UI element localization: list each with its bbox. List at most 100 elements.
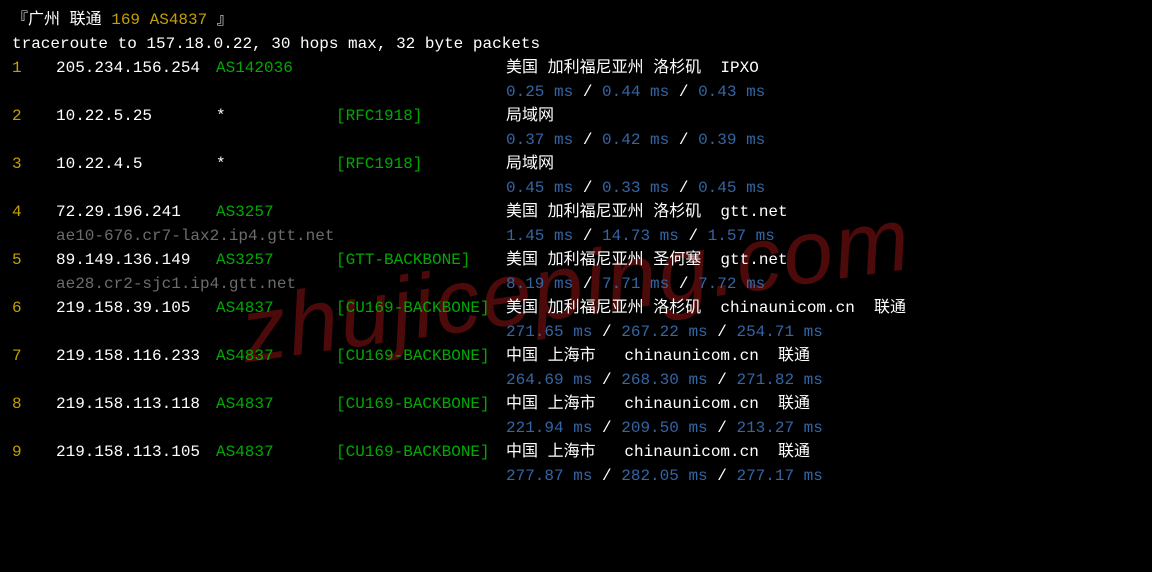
hop-row: 8219.158.113.118AS4837[CU169-BACKBONE]中国…	[12, 392, 1140, 416]
hop-asn: AS3257	[216, 248, 336, 272]
latency-3: 0.45 ms	[698, 179, 765, 197]
hop-asn: AS4837	[216, 392, 336, 416]
hop-number: 7	[12, 344, 56, 368]
hop-bracket: [CU169-BACKBONE]	[336, 392, 506, 416]
latency-2: 7.71 ms	[602, 275, 669, 293]
latency-3: 0.39 ms	[698, 131, 765, 149]
hop-number: 2	[12, 104, 56, 128]
hop-bracket: [GTT-BACKBONE]	[336, 248, 506, 272]
latency-separator: /	[669, 131, 698, 149]
latency-separator: /	[679, 227, 708, 245]
latency-separator: /	[592, 419, 621, 437]
hop-asn: AS3257	[216, 200, 336, 224]
hop-latency: 0.37 ms / 0.42 ms / 0.39 ms	[12, 128, 1140, 152]
latency-1: 221.94 ms	[506, 419, 592, 437]
hop-ip: 72.29.196.241	[56, 200, 216, 224]
latency-separator: /	[592, 467, 621, 485]
latency-2: 268.30 ms	[621, 371, 707, 389]
hop-ip: 10.22.4.5	[56, 152, 216, 176]
latency-2: 0.33 ms	[602, 179, 669, 197]
hop-asn: AS4837	[216, 344, 336, 368]
hop-latency: 277.87 ms / 282.05 ms / 277.17 ms	[12, 464, 1140, 488]
hop-bracket: [RFC1918]	[336, 152, 506, 176]
latency-1: 271.65 ms	[506, 323, 592, 341]
latency-separator: /	[592, 371, 621, 389]
hop-number: 9	[12, 440, 56, 464]
hop-hostname: ae28.cr2-sjc1.ip4.gtt.net	[12, 272, 296, 296]
hop-asn: AS4837	[216, 440, 336, 464]
hop-number: 1	[12, 56, 56, 80]
latency-2: 209.50 ms	[621, 419, 707, 437]
hop-row: 9219.158.113.105AS4837[CU169-BACKBONE]中国…	[12, 440, 1140, 464]
header-suffix: 』	[207, 11, 233, 29]
hop-location: 美国 加利福尼亚州 圣何塞 gtt.net	[506, 248, 788, 272]
latency-separator: /	[708, 371, 737, 389]
traceroute-command: traceroute to 157.18.0.22, 30 hops max, …	[12, 32, 1140, 56]
hop-number: 6	[12, 296, 56, 320]
latency-separator: /	[669, 275, 698, 293]
latency-3: 213.27 ms	[736, 419, 822, 437]
latency-1: 264.69 ms	[506, 371, 592, 389]
latency-2: 0.44 ms	[602, 83, 669, 101]
hop-location: 美国 加利福尼亚州 洛杉矶 chinaunicom.cn 联通	[506, 296, 906, 320]
latency-3: 271.82 ms	[736, 371, 822, 389]
hop-row: 7219.158.116.233AS4837[CU169-BACKBONE]中国…	[12, 344, 1140, 368]
latency-2: 14.73 ms	[602, 227, 679, 245]
hop-ip: 219.158.113.118	[56, 392, 216, 416]
hop-hostname: ae10-676.cr7-lax2.ip4.gtt.net	[12, 224, 334, 248]
hop-latency: 271.65 ms / 267.22 ms / 254.71 ms	[12, 320, 1140, 344]
hop-number: 3	[12, 152, 56, 176]
hop-bracket: [CU169-BACKBONE]	[336, 344, 506, 368]
hop-ip: 10.22.5.25	[56, 104, 216, 128]
hop-ip: 219.158.116.233	[56, 344, 216, 368]
hop-row: 210.22.5.25*[RFC1918]局域网	[12, 104, 1140, 128]
hop-number: 8	[12, 392, 56, 416]
latency-1: 1.45 ms	[506, 227, 573, 245]
latency-1: 0.25 ms	[506, 83, 573, 101]
latency-separator: /	[573, 83, 602, 101]
latency-1: 0.45 ms	[506, 179, 573, 197]
hop-row: 6219.158.39.105AS4837[CU169-BACKBONE]美国 …	[12, 296, 1140, 320]
hop-row: 1205.234.156.254AS142036美国 加利福尼亚州 洛杉矶 IP…	[12, 56, 1140, 80]
hop-latency: 0.45 ms / 0.33 ms / 0.45 ms	[12, 176, 1140, 200]
hop-location: 中国 上海市 chinaunicom.cn 联通	[506, 344, 810, 368]
hop-location: 美国 加利福尼亚州 洛杉矶 IPXO	[506, 56, 759, 80]
latency-3: 7.72 ms	[698, 275, 765, 293]
header-prefix: 『广州 联通	[12, 11, 111, 29]
hop-row: 589.149.136.149AS3257[GTT-BACKBONE]美国 加利…	[12, 248, 1140, 272]
hop-latency: 0.25 ms / 0.44 ms / 0.43 ms	[12, 80, 1140, 104]
hop-ip: 89.149.136.149	[56, 248, 216, 272]
hop-location: 中国 上海市 chinaunicom.cn 联通	[506, 440, 810, 464]
latency-1: 0.37 ms	[506, 131, 573, 149]
latency-2: 0.42 ms	[602, 131, 669, 149]
hop-ip: 205.234.156.254	[56, 56, 216, 80]
hop-number: 5	[12, 248, 56, 272]
latency-separator: /	[573, 275, 602, 293]
latency-3: 0.43 ms	[698, 83, 765, 101]
hop-latency: 264.69 ms / 268.30 ms / 271.82 ms	[12, 368, 1140, 392]
latency-separator: /	[708, 323, 737, 341]
hop-location: 局域网	[506, 152, 554, 176]
latency-separator: /	[592, 323, 621, 341]
latency-3: 1.57 ms	[708, 227, 775, 245]
hop-row: 310.22.4.5*[RFC1918]局域网	[12, 152, 1140, 176]
latency-separator: /	[573, 227, 602, 245]
hop-asn: *	[216, 152, 336, 176]
latency-2: 282.05 ms	[621, 467, 707, 485]
latency-3: 254.71 ms	[736, 323, 822, 341]
hop-asn: AS4837	[216, 296, 336, 320]
latency-1: 277.87 ms	[506, 467, 592, 485]
latency-separator: /	[573, 131, 602, 149]
terminal-output: 『广州 联通 1 6 9 AS4837 』 traceroute to 157.18…	[12, 8, 1140, 488]
latency-3: 277.17 ms	[736, 467, 822, 485]
hop-location: 美国 加利福尼亚州 洛杉矶 gtt.net	[506, 200, 788, 224]
latency-separator: /	[573, 179, 602, 197]
hop-ip: 219.158.39.105	[56, 296, 216, 320]
hop-bracket: [CU169-BACKBONE]	[336, 440, 506, 464]
hop-location: 中国 上海市 chinaunicom.cn 联通	[506, 392, 810, 416]
hops-list: 1205.234.156.254AS142036美国 加利福尼亚州 洛杉矶 IP…	[12, 56, 1140, 488]
hop-ip: 219.158.113.105	[56, 440, 216, 464]
hop-number: 4	[12, 200, 56, 224]
latency-separator: /	[708, 467, 737, 485]
hop-location: 局域网	[506, 104, 554, 128]
